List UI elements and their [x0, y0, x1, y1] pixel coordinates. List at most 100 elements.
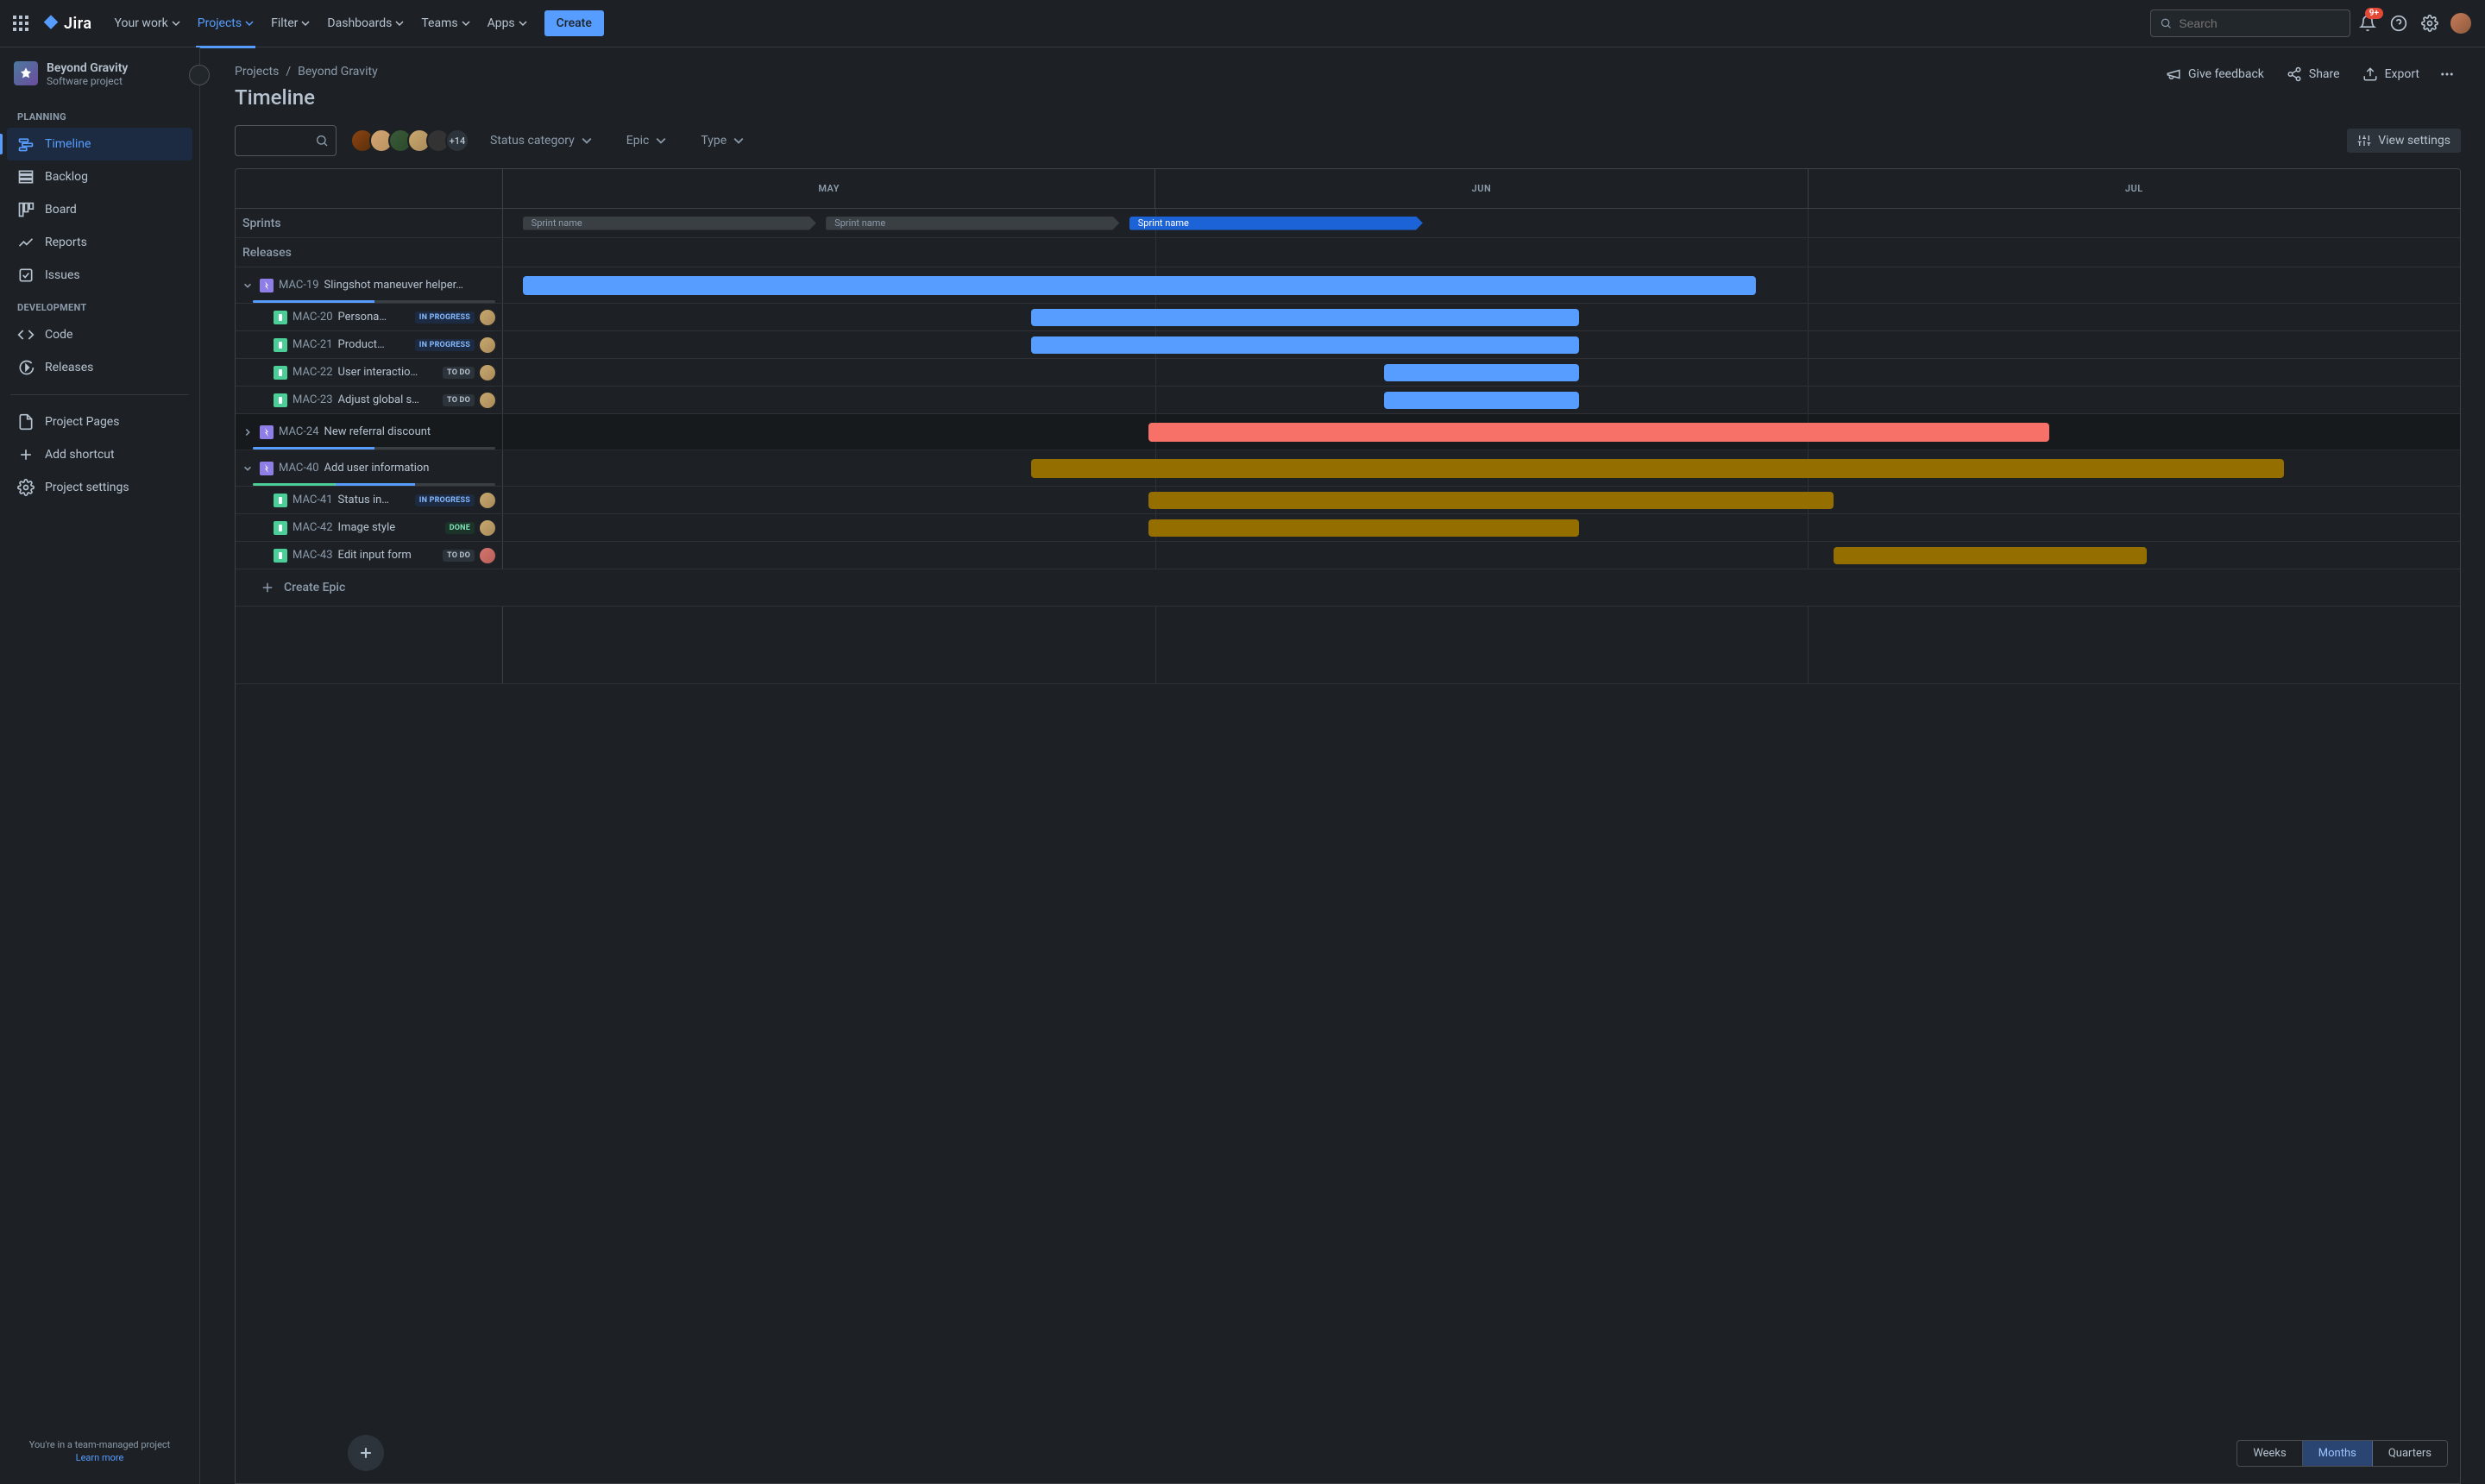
sidebar-resize-handle[interactable] [198, 47, 200, 1484]
search-input[interactable] [2179, 16, 2341, 30]
issue-key[interactable]: MAC-20 [293, 311, 333, 324]
expand-toggle[interactable] [242, 427, 255, 437]
sidebar-item-issues[interactable]: Issues [7, 259, 192, 292]
create-epic-button[interactable]: Create Epic [236, 569, 2460, 607]
epic-bar[interactable] [1031, 459, 2284, 478]
toolbar: +14 Status category Epic Type View setting… [235, 125, 2461, 156]
issue-title[interactable]: Add user information [324, 462, 495, 475]
issue-title[interactable]: Image style [338, 521, 440, 534]
sidebar-item-code[interactable]: Code [7, 318, 192, 351]
assignee-filter-avatars[interactable]: +14 [350, 129, 469, 153]
sidebar-item-project-pages[interactable]: Project Pages [7, 406, 192, 438]
sprint-chip[interactable]: Sprint name [523, 217, 816, 230]
story-bar[interactable] [1148, 492, 1834, 509]
profile-avatar[interactable] [2447, 9, 2475, 37]
app-switcher-icon[interactable] [10, 13, 31, 34]
issue-key[interactable]: MAC-19 [279, 279, 319, 292]
expand-toggle[interactable] [242, 463, 255, 474]
issue-key[interactable]: MAC-40 [279, 462, 319, 475]
issue-key[interactable]: MAC-24 [279, 425, 319, 438]
issue-title[interactable]: Status in… [338, 494, 410, 506]
settings-icon[interactable] [2416, 9, 2444, 37]
avatar-more[interactable]: +14 [445, 129, 469, 153]
story-bar[interactable] [1384, 392, 1580, 409]
sprint-chip[interactable]: Sprint name [1129, 217, 1423, 230]
sidebar-item-board[interactable]: Board [7, 193, 192, 226]
project-header[interactable]: Beyond Gravity Software project [7, 61, 192, 101]
issue-key[interactable]: MAC-41 [293, 494, 333, 506]
nav-apps[interactable]: Apps [479, 9, 536, 37]
sidebar-item-project-settings[interactable]: Project settings [7, 471, 192, 504]
issue-title[interactable]: User interactio… [338, 366, 438, 379]
epic-row: MAC-24 New referral discount [236, 414, 2460, 450]
sidebar-item-reports[interactable]: Reports [7, 226, 192, 259]
zoom-months[interactable]: Months [2303, 1441, 2373, 1466]
zoom-weeks[interactable]: Weeks [2237, 1441, 2302, 1466]
zoom-quarters[interactable]: Quarters [2373, 1441, 2447, 1466]
nav-projects[interactable]: Projects [189, 9, 262, 37]
add-issue-fab[interactable] [348, 1435, 384, 1471]
breadcrumb-projects[interactable]: Projects [235, 65, 279, 79]
chevron-down-icon [301, 19, 310, 28]
sidebar-item-backlog[interactable]: Backlog [7, 160, 192, 193]
assignee-avatar[interactable] [480, 520, 495, 536]
search-box[interactable] [2150, 9, 2350, 37]
nav-dashboards[interactable]: Dashboards [318, 9, 412, 37]
issue-title[interactable]: Slingshot maneuver helper… [324, 279, 495, 292]
status-badge: IN PROGRESS [415, 339, 475, 351]
share-button[interactable]: Share [2278, 61, 2349, 87]
sprints-row: Sprints Sprint nameSprint nameSprint nam… [236, 209, 2460, 238]
section-label: DEVELOPMENT [7, 292, 192, 318]
story-bar[interactable] [1834, 547, 2147, 564]
issue-title[interactable]: Edit input form [338, 549, 438, 562]
learn-more-link[interactable]: Learn more [14, 1452, 186, 1463]
issue-key[interactable]: MAC-43 [293, 549, 333, 562]
issue-title[interactable]: Persona… [338, 311, 410, 324]
story-bar[interactable] [1148, 519, 1579, 537]
view-settings-button[interactable]: View settings [2347, 129, 2461, 153]
jira-logo[interactable]: Jira [41, 14, 92, 33]
story-bar[interactable] [1031, 309, 1579, 326]
export-button[interactable]: Export [2354, 61, 2428, 87]
issue-title[interactable]: Adjust global s… [338, 393, 438, 406]
assignee-avatar[interactable] [480, 548, 495, 563]
divider [10, 394, 189, 395]
filter-epic[interactable]: Epic [620, 129, 674, 153]
sidebar-item-add-shortcut[interactable]: Add shortcut [7, 438, 192, 471]
logo-text: Jira [64, 15, 92, 33]
assignee-avatar[interactable] [480, 337, 495, 353]
month-MAY: MAY [503, 169, 1155, 208]
filter-type[interactable]: Type [694, 129, 751, 153]
assignee-avatar[interactable] [480, 493, 495, 508]
assignee-avatar[interactable] [480, 365, 495, 380]
issue-key[interactable]: MAC-42 [293, 521, 333, 534]
nav-teams[interactable]: Teams [412, 9, 478, 37]
filter-status-category[interactable]: Status category [483, 129, 599, 153]
help-icon[interactable] [2385, 9, 2413, 37]
create-button[interactable]: Create [544, 10, 604, 36]
epic-bar[interactable] [523, 276, 1756, 295]
issue-title[interactable]: Product… [338, 338, 410, 351]
nav-your-work[interactable]: Your work [106, 9, 189, 37]
story-bar[interactable] [1031, 336, 1579, 354]
plus-icon [260, 580, 275, 595]
expand-toggle[interactable] [242, 280, 255, 291]
epic-bar[interactable] [1148, 423, 2048, 442]
issue-title[interactable]: New referral discount [324, 425, 495, 438]
sprint-chip[interactable]: Sprint name [826, 217, 1119, 230]
sidebar-item-timeline[interactable]: Timeline [7, 128, 192, 160]
notifications-icon[interactable]: 9+ [2354, 9, 2381, 37]
assignee-avatar[interactable] [480, 393, 495, 408]
issue-key[interactable]: MAC-23 [293, 393, 333, 406]
chevron-down-icon [656, 135, 666, 146]
timeline-search[interactable] [235, 125, 337, 156]
issue-key[interactable]: MAC-21 [293, 338, 333, 351]
nav-filter[interactable]: Filter [262, 9, 318, 37]
give-feedback-button[interactable]: Give feedback [2157, 61, 2273, 87]
story-bar[interactable] [1384, 364, 1580, 381]
sidebar-item-releases[interactable]: Releases [7, 351, 192, 384]
assignee-avatar[interactable] [480, 310, 495, 325]
more-actions-button[interactable] [2433, 61, 2461, 87]
issue-key[interactable]: MAC-22 [293, 366, 333, 379]
breadcrumb-project[interactable]: Beyond Gravity [298, 65, 378, 79]
